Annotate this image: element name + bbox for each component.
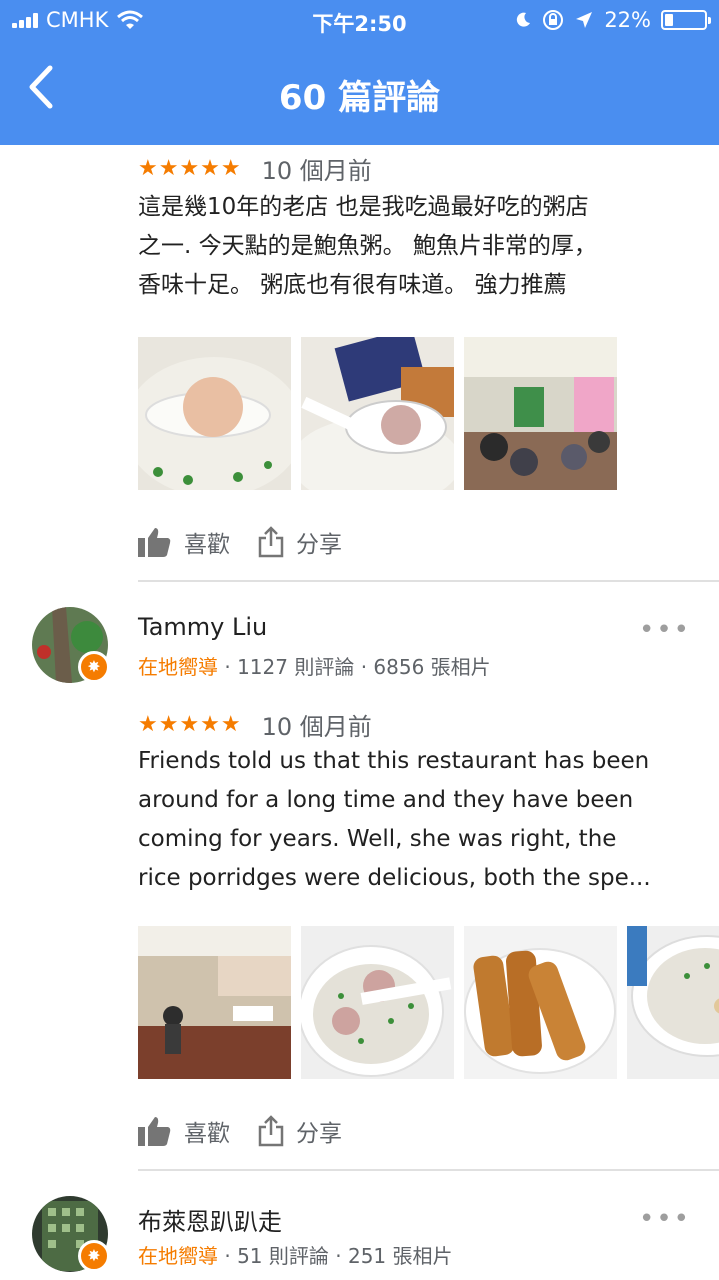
review-date: 10 個月前 (261, 157, 372, 185)
review-text-line: 之一. 今天點的是鮑魚粥。 鮑魚片非常的厚， (138, 233, 597, 259)
review-count: 1127 則評論 (237, 655, 355, 679)
review-text-line: rice porridges were delicious, both the … (138, 865, 651, 891)
photo-count: 251 張相片 (347, 1244, 453, 1268)
review-text-line: Friends told us that this restaurant has… (138, 748, 650, 774)
local-guide-label: 在地嚮導 (138, 1244, 218, 1268)
local-guide-badge-icon: ✸ (78, 1240, 110, 1272)
reviewer-stats: 在地嚮導 · 1127 則評論 · 6856 張相片 (138, 655, 491, 679)
local-guide-label: 在地嚮導 (138, 655, 218, 679)
thumbs-up-icon (138, 1117, 171, 1146)
star-rating: ★★★★★ (138, 712, 242, 737)
review-photo[interactable] (627, 926, 719, 1079)
review-count: 51 則評論 (237, 1244, 329, 1268)
thumbs-up-icon (138, 528, 171, 557)
battery-percent: 22% (604, 8, 651, 32)
more-options-icon[interactable]: ••• (639, 1204, 691, 1234)
review-card: ★★★★★ 10 個月前 Friends told us that this r… (0, 707, 719, 1169)
photo-count: 6856 張相片 (373, 655, 491, 679)
location-arrow-icon (576, 12, 593, 28)
share-icon (258, 1115, 284, 1147)
review-text[interactable]: Friends told us that this restaurant has… (138, 742, 719, 898)
review-photo[interactable] (138, 337, 291, 490)
review-actions: 喜歡 分享 (138, 522, 719, 562)
reviewer-stats: 在地嚮導 · 51 則評論 · 251 張相片 (138, 1244, 453, 1268)
like-button[interactable]: 喜歡 (138, 1114, 230, 1148)
review-text-line: coming for years. Well, she was right, t… (138, 826, 617, 852)
more-options-icon[interactable]: ••• (639, 615, 691, 645)
share-icon (258, 526, 284, 558)
review-photo[interactable] (464, 926, 617, 1079)
share-label: 分享 (296, 1121, 342, 1147)
share-label: 分享 (296, 532, 342, 558)
review-photo[interactable] (301, 337, 454, 490)
review-photo[interactable] (464, 337, 617, 490)
review-actions: 喜歡 分享 (138, 1111, 719, 1151)
top-bar: CMHK 下午2:50 22% 60 篇評論 (0, 0, 719, 145)
reviews-list[interactable]: ★★★★★ 10 個月前 這是幾10年的老店 也是我吃過最好吃的粥店 之一. 今… (0, 145, 719, 1280)
like-button[interactable]: 喜歡 (138, 525, 230, 559)
review-text-line: around for a long time and they have bee… (138, 787, 634, 813)
status-bar: CMHK 下午2:50 22% (0, 0, 719, 40)
local-guide-badge-icon: ✸ (78, 651, 110, 683)
like-label: 喜歡 (184, 1121, 230, 1147)
reviewer-name[interactable]: 布萊恩趴趴走 (138, 1202, 282, 1237)
review-meta: ★★★★★ 10 個月前 (138, 151, 719, 186)
reviewer-header: ✸ Tammy Liu 在地嚮導 · 1127 則評論 · 6856 張相片 •… (0, 607, 719, 707)
rotation-lock-icon (543, 10, 564, 30)
review-text[interactable]: 這是幾10年的老店 也是我吃過最好吃的粥店 之一. 今天點的是鮑魚粥。 鮑魚片非… (138, 188, 719, 305)
page-title: 60 篇評論 (278, 78, 441, 118)
review-photo[interactable] (301, 926, 454, 1079)
reviewer-header: ✸ 布萊恩趴趴走 在地嚮導 · 51 則評論 · 251 張相片 ••• (0, 1196, 719, 1280)
reviewer-name[interactable]: Tammy Liu (138, 613, 267, 641)
review-photos (138, 337, 719, 490)
like-label: 喜歡 (184, 532, 230, 558)
share-button[interactable]: 分享 (258, 525, 342, 559)
review-photo[interactable] (138, 926, 291, 1079)
review-text-line: 香味十足。 粥底也有很有味道。 強力推薦 (138, 272, 567, 298)
battery-fill (665, 14, 673, 26)
review-card: ★★★★★ 10 個月前 這是幾10年的老店 也是我吃過最好吃的粥店 之一. 今… (0, 145, 719, 580)
battery-icon (661, 10, 711, 30)
review-meta: ★★★★★ 10 個月前 (138, 707, 719, 742)
moon-icon (517, 12, 531, 27)
review-date: 10 個月前 (261, 713, 372, 741)
share-button[interactable]: 分享 (258, 1114, 342, 1148)
review-text-line: 這是幾10年的老店 也是我吃過最好吃的粥店 (138, 194, 589, 220)
star-rating: ★★★★★ (138, 156, 242, 181)
review-photos[interactable] (138, 926, 719, 1079)
